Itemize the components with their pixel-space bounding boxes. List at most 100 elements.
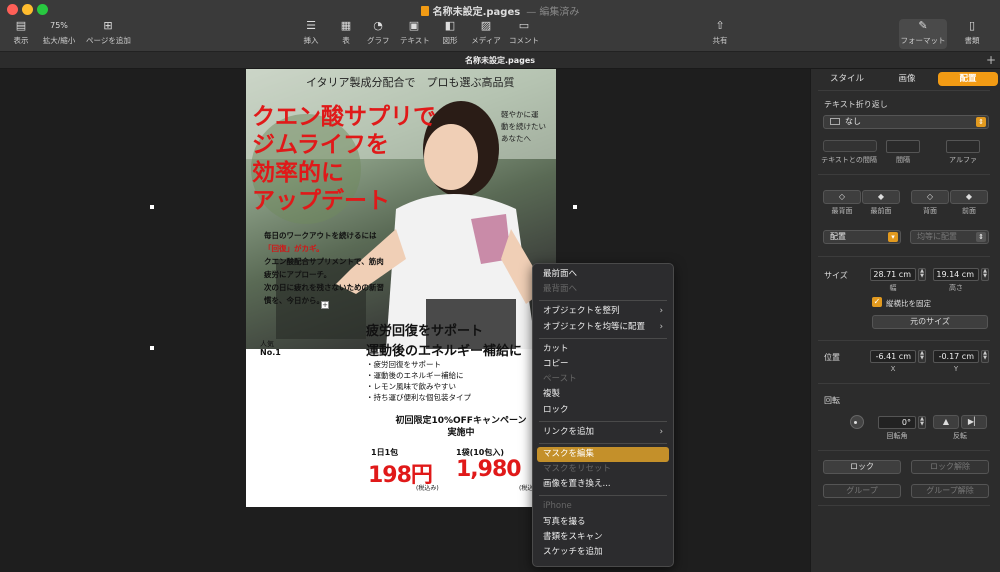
new-tab-plus-icon[interactable]: + [986,53,996,67]
layers-back-icon: ◇ [838,192,846,201]
angle-stepper[interactable]: ▲ ▼ [918,416,926,429]
catchphrase: クエン酸サプリで ジムライフを 効率的に アップデート [252,103,482,215]
width-label: 幅 [889,284,897,292]
view-button[interactable]: ▤ 表示 [12,20,30,46]
menu-item[interactable]: コピー [537,357,669,372]
feature-list: ・疲労回復をサポート ・運動後のエネルギー補給に ・レモン風味で飲みやすい ・持… [366,359,471,403]
lock-button[interactable]: ロック [823,460,901,474]
chevron-updown-icon: ⇕ [976,232,986,242]
menu-item[interactable]: 書類をスキャン [537,530,669,545]
menu-item[interactable]: カット [537,342,669,357]
unlock-button[interactable]: ロック解除 [911,460,989,474]
menu-item[interactable]: オブジェクトを均等に配置 › [537,320,669,335]
divider [818,340,990,341]
flip-horizontal-icon: ▶▏ [967,417,981,426]
distribute-select[interactable]: 均等に配置 ⇕ [910,230,989,244]
format-button[interactable]: ✎ フォーマット [899,19,947,49]
menu-item[interactable]: 画像を置き換え... [537,477,669,492]
campaign-line: 実施中 [447,428,475,438]
layers-front-icon: ◆ [877,192,885,201]
tab-document[interactable]: 名称未設定.pages [0,55,1000,66]
rotate-dial[interactable] [850,415,864,429]
image-mask-plus-icon[interactable]: + [321,301,329,309]
flip-label: 反転 [953,432,967,440]
ungroup-button[interactable]: グループ解除 [911,484,989,498]
width-stepper[interactable]: ▲ ▼ [918,268,926,281]
selected-image[interactable]: イタリア製成分配合で プロも選ぶ高品質 クエン酸サプリで ジムライフを 効率的に… [246,69,556,349]
y-field[interactable]: -0.17 cm [933,350,979,363]
menu-item[interactable]: リンクを追加 › [537,425,669,440]
height-field[interactable]: 19.14 cm [933,268,979,281]
flip-vertical-button[interactable]: ▲ [933,415,959,429]
menu-item: ペースト [537,372,669,387]
chevron-updown-icon: ⇕ [976,117,986,127]
spacing-field[interactable] [886,140,920,153]
resize-handle[interactable] [573,205,577,209]
zoom-button[interactable]: 75% 拡大/縮小 [42,20,76,46]
menu-item[interactable]: 写真を撮る [537,515,669,530]
table-button[interactable]: ▦ 表 [338,20,354,46]
x-field[interactable]: -6.41 cm [870,350,916,363]
menu-item-label: 最前面へ [543,269,578,279]
width-field[interactable]: 28.71 cm [870,268,916,281]
rotate-label: 回転 [824,396,840,405]
layers-forward-icon: ◆ [965,192,973,201]
menu-item[interactable]: オブジェクトを整列 › [537,304,669,319]
chart-button[interactable]: ◔ グラフ [367,19,390,46]
document-button[interactable]: ▯ 書類 [962,20,982,46]
comment-button[interactable]: ▭ コメント [508,20,540,46]
alpha-label: アルファ [949,156,977,164]
section-title: 疲労回復をサポート 運動後のエネルギー補給に [366,322,522,362]
menu-item[interactable]: スケッチを追加 [537,545,669,560]
menu-item[interactable]: 最前面へ [537,267,669,282]
bring-forward-button[interactable]: ◆ [950,190,988,204]
media-button[interactable]: ▨ メディア [470,20,502,46]
menu-item[interactable]: 複製 [537,387,669,402]
bring-to-front-button[interactable]: ◆ [862,190,900,204]
insert-button[interactable]: ☰ 挿入 [302,20,320,46]
shape-button[interactable]: ◧ 図形 [440,20,460,46]
original-size-button[interactable]: 元のサイズ [872,315,988,329]
add-page-button[interactable]: ⊞ ページを追加 [86,19,131,46]
send-to-back-button[interactable]: ◇ [823,190,861,204]
group-button[interactable]: グループ [823,484,901,498]
body-line: 疲労にアプローチ。 [264,270,332,279]
spacing-label: 間隔 [896,156,910,164]
resize-handle[interactable] [150,346,154,350]
align-select[interactable]: 配置 ▾ [823,230,901,244]
body-copy: 毎日のワークアウトを続けるには 「回復」がカギ。 クエン酸配合サプリメントで、筋… [264,229,414,307]
campaign-line: 初回限定10%OFFキャンペーン [395,416,527,426]
angle-field[interactable]: 0° [878,416,916,429]
resize-handle[interactable] [150,205,154,209]
text-wrap-select[interactable]: なし ⇕ [823,115,989,129]
backward-label: 背面 [923,207,937,215]
text-button[interactable]: ▣ テキスト [400,20,430,46]
menu-item[interactable]: ロック [537,403,669,418]
y-label: Y [953,365,959,373]
flip-horizontal-button[interactable]: ▶▏ [961,415,987,429]
menu-item-label: マスクを編集 [543,448,595,459]
send-backward-button[interactable]: ◇ [911,190,949,204]
insert-icon: ☰ [306,19,316,32]
add-page-icon: ⊞ [103,19,113,32]
document-icon: ▯ [968,19,976,32]
menu-item[interactable]: マスクを編集 [537,446,669,463]
share-button[interactable]: ⇧ 共有 [710,20,730,46]
side-line: あなたへ [501,134,531,143]
document-page[interactable]: イタリア製成分配合で プロも選ぶ高品質 クエン酸サプリで ジムライフを 効率的に… [246,69,556,507]
tab-bar: 名称未設定.pages + [0,52,1000,69]
wrap-fit-buttons[interactable] [823,140,877,152]
chart-icon: ◔ [373,19,383,32]
tab-image[interactable]: 画像 [879,72,935,86]
height-stepper[interactable]: ▲ ▼ [981,268,989,281]
alpha-field[interactable] [946,140,980,153]
tab-style[interactable]: スタイル [819,72,875,86]
tab-arrange[interactable]: 配置 [938,72,998,86]
x-stepper[interactable]: ▲ ▼ [918,350,926,363]
chevron-right-icon: › [659,306,663,317]
y-stepper[interactable]: ▲ ▼ [981,350,989,363]
chevron-down-icon: ▾ [888,232,898,242]
constrain-checkbox[interactable]: ✓ [872,297,882,307]
divider [818,174,990,175]
feature-item: ・レモン風味で飲みやすい [366,382,456,391]
